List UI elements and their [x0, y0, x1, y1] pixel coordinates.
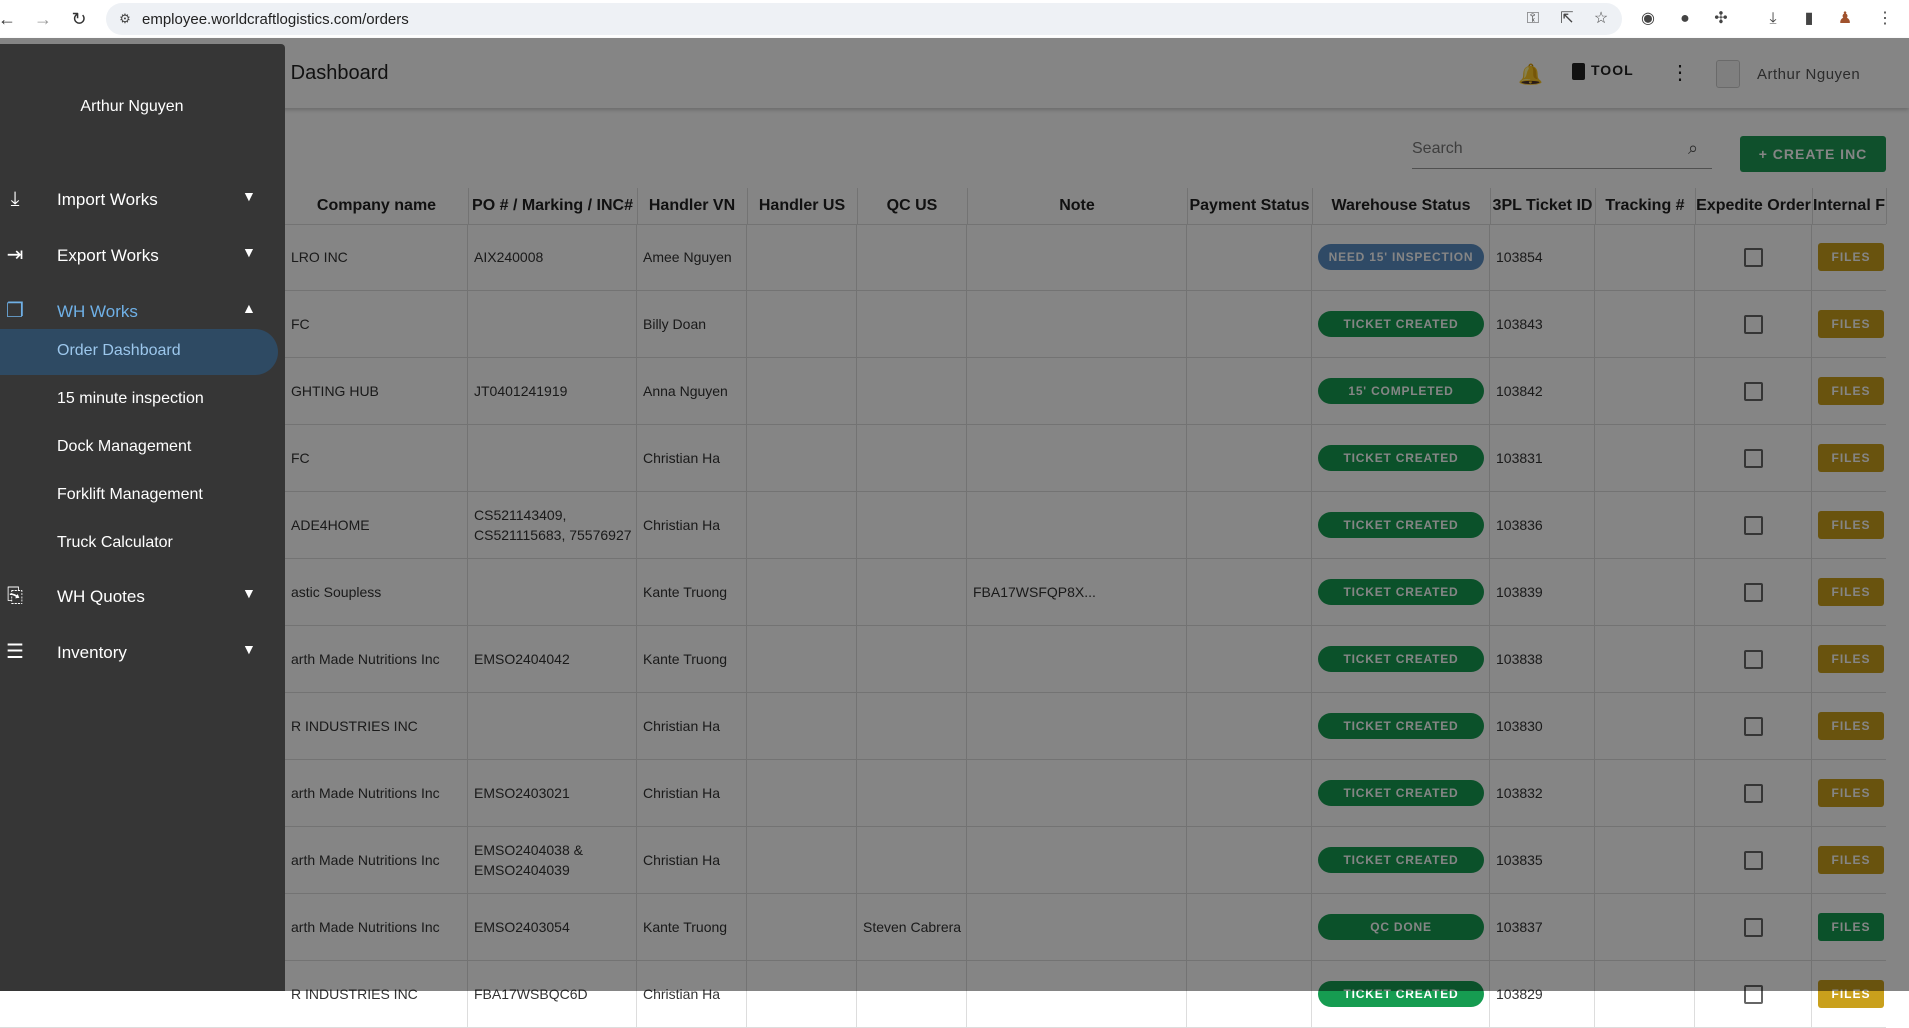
sub-label: Forklift Management [57, 486, 203, 503]
chevron-down-icon: ▼ [242, 585, 256, 601]
adblock-icon[interactable]: ● [1674, 8, 1696, 30]
sidebar-item-forklift-management[interactable]: Forklift Management [0, 473, 278, 519]
menu-label: Inventory [57, 643, 127, 662]
browser-toolbar: ← → ↻ ⚙ employee.worldcraftlogistics.com… [0, 0, 1909, 39]
chevron-up-icon: ▲ [242, 300, 256, 316]
side-panel-icon[interactable]: ▮ [1798, 8, 1820, 30]
extensions-puzzle-icon[interactable]: ✣ [1710, 8, 1732, 30]
chevron-down-icon: ▼ [242, 244, 256, 260]
menu-wh-quotes[interactable]: ⎘ WH Quotes ▼ [0, 573, 285, 621]
logout-icon: ⇥ [6, 244, 24, 266]
download-icon[interactable]: ⤓ [1762, 8, 1784, 30]
forward-arrow-icon[interactable]: → [32, 8, 54, 30]
back-arrow-icon[interactable]: ← [0, 8, 18, 30]
menu-label: Export Works [57, 246, 159, 265]
sub-label: Dock Management [57, 438, 192, 455]
open-external-icon[interactable]: ⇱ [1556, 8, 1578, 30]
chevron-down-icon: ▼ [242, 188, 256, 204]
profile-icon[interactable]: ♟ [1834, 8, 1856, 30]
menu-label: Import Works [57, 190, 158, 209]
sidebar-item-order-dashboard[interactable]: Order Dashboard [0, 329, 278, 375]
download-icon: ⤓ [10, 188, 20, 210]
sidebar-item-15-minute-inspection[interactable]: 15 minute inspection [0, 377, 278, 423]
navigation-drawer: Arthur Nguyen ⤓ Import Works ▼ ⇥ Export … [0, 44, 285, 991]
drawer-user-name: Arthur Nguyen [80, 98, 184, 115]
quote-icon: ⎘ [7, 585, 23, 607]
url-text[interactable]: employee.worldcraftlogistics.com/orders [142, 11, 409, 28]
chevron-down-icon: ▼ [242, 641, 256, 657]
sidebar-item-dock-management[interactable]: Dock Management [0, 425, 278, 471]
sub-label: Order Dashboard [57, 342, 181, 359]
inventory-icon: ☰ [6, 641, 24, 663]
menu-import-works[interactable]: ⤓ Import Works ▼ [0, 176, 285, 224]
menu-label: WH Works [57, 302, 138, 321]
site-settings-icon[interactable]: ⚙ [114, 8, 136, 30]
menu-inventory[interactable]: ☰ Inventory ▼ [0, 629, 285, 677]
sub-label: Truck Calculator [57, 534, 173, 551]
sub-label: 15 minute inspection [57, 390, 204, 407]
sidebar-item-truck-calculator[interactable]: Truck Calculator [0, 521, 278, 567]
browser-menu-icon[interactable]: ⋮ [1874, 8, 1896, 30]
menu-label: WH Quotes [57, 587, 145, 606]
library-icon: ❐ [6, 300, 24, 322]
key-icon[interactable]: ⚿ [1522, 8, 1544, 30]
address-bar[interactable]: ⚙ employee.worldcraftlogistics.com/order… [106, 3, 1622, 35]
app-root: Order Dashboard 🔔 TOOL ⋮ Arthur Nguyen ⌕… [0, 38, 1909, 1028]
extension-shield-icon[interactable]: ◉ [1637, 8, 1659, 30]
menu-export-works[interactable]: ⇥ Export Works ▼ [0, 232, 285, 280]
drawer-overlay[interactable] [0, 38, 1909, 991]
star-icon[interactable]: ☆ [1590, 8, 1612, 30]
reload-icon[interactable]: ↻ [68, 8, 90, 30]
